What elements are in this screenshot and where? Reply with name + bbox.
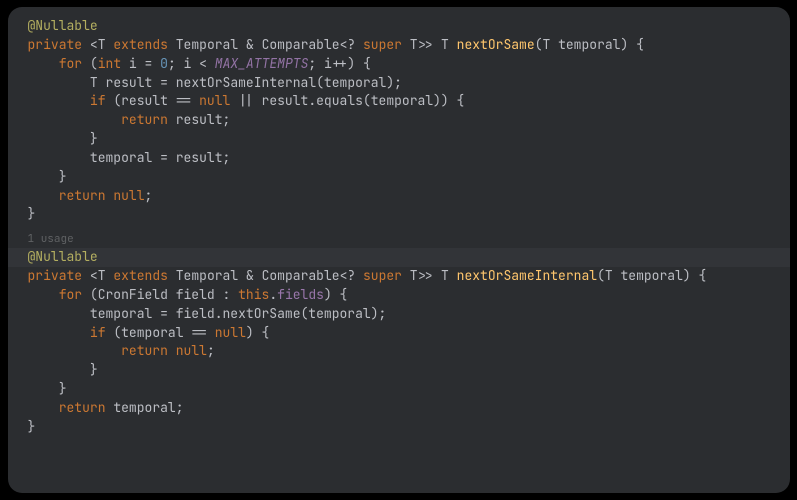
if-line: if (temporal == null) { [28, 324, 790, 343]
assign-line: temporal = field.nextOrSame(temporal); [28, 305, 790, 324]
constant-max-attempts: MAX_ATTEMPTS [215, 55, 309, 72]
method-name: nextOrSameInternal [457, 267, 597, 284]
return-null-line: return null; [28, 187, 790, 206]
annotation: @Nullable [28, 248, 98, 265]
brace-line: } [28, 205, 790, 224]
annotation: @Nullable [28, 17, 98, 34]
return-null-line: return null; [28, 342, 790, 361]
usages-inlay[interactable]: 1 usage [28, 232, 790, 248]
brace-line: } [28, 361, 790, 380]
brace-line: } [28, 418, 790, 437]
brace-line: } [28, 130, 790, 149]
code-editor[interactable]: @Nullable private <T extends Temporal & … [8, 7, 790, 493]
for-line: for (int i = 0; i < MAX_ATTEMPTS; i++) { [28, 55, 790, 74]
return-result-line: return result; [28, 111, 790, 130]
field-ref: fields [277, 286, 324, 303]
method-signature: private <T extends Temporal & Comparable… [28, 36, 790, 55]
assign-line: temporal = result; [28, 149, 790, 168]
method-signature: private <T extends Temporal & Comparable… [28, 267, 790, 286]
result-decl-line: T result = nextOrSameInternal(temporal); [28, 74, 790, 93]
for-line: for (CronField field : this.fields) { [28, 286, 790, 305]
annotation-line: @Nullable [28, 17, 790, 36]
method-name: nextOrSame [457, 36, 535, 53]
annotation-line-highlighted: @Nullable [8, 248, 790, 267]
if-line: if (result == null || result.equals(temp… [28, 92, 790, 111]
return-temporal-line: return temporal; [28, 399, 790, 418]
brace-line: } [28, 168, 790, 187]
brace-line: } [28, 380, 790, 399]
